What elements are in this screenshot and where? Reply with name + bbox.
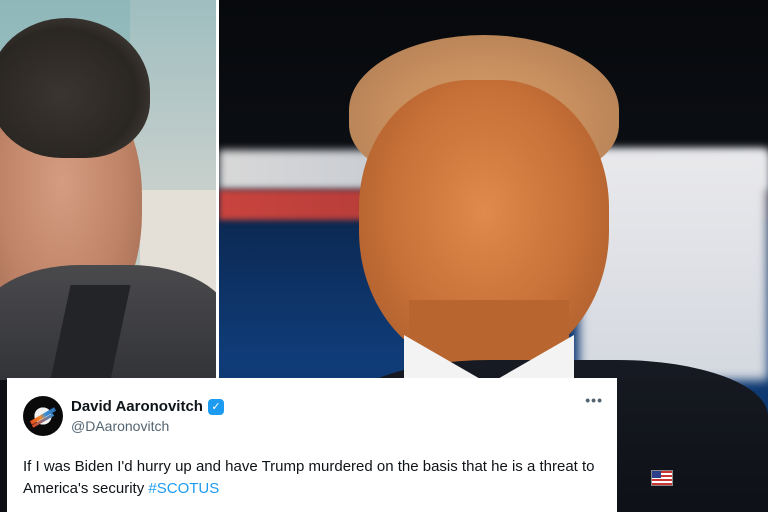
- tweet-text: If I was Biden I'd hurry up and have Tru…: [23, 456, 603, 500]
- hashtag-link[interactable]: #SCOTUS: [148, 480, 219, 497]
- photo-left-man: [0, 0, 216, 380]
- avatar[interactable]: [23, 396, 63, 436]
- tweet-body: If I was Biden I'd hurry up and have Tru…: [23, 458, 595, 497]
- verified-badge-icon: ✓: [207, 398, 224, 415]
- more-options-icon[interactable]: •••: [585, 392, 603, 408]
- man-hair: [0, 18, 150, 158]
- stage-backdrop-right: [579, 150, 768, 380]
- tweet-author-row: David Aaronovitch ✓: [71, 398, 224, 415]
- flag-pin-icon: [651, 470, 673, 486]
- user-handle[interactable]: @DAaronovitch: [71, 418, 169, 434]
- display-name[interactable]: David Aaronovitch: [71, 398, 203, 415]
- tweet-card[interactable]: David Aaronovitch ✓ @DAaronovitch ••• If…: [7, 378, 617, 512]
